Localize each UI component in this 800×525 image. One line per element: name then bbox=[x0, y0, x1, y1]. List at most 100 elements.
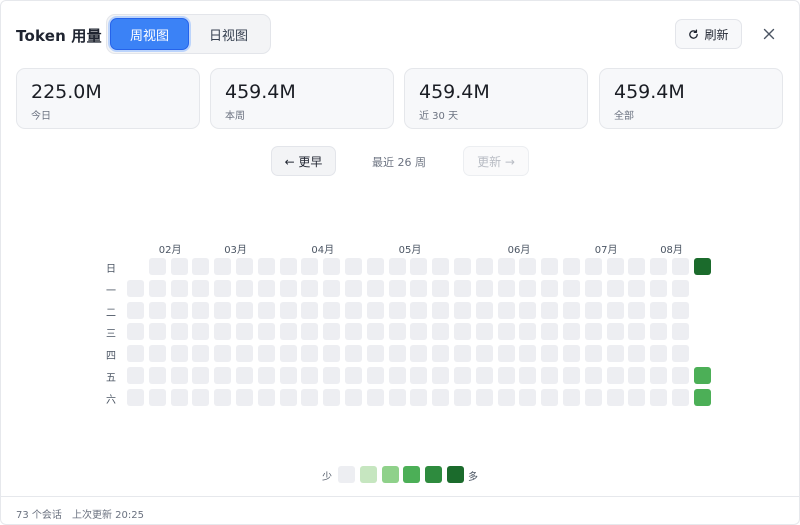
heatmap-cell[interactable] bbox=[650, 279, 668, 297]
heatmap-cell[interactable] bbox=[388, 367, 406, 384]
older-button[interactable]: ← 更早 bbox=[271, 146, 336, 176]
heatmap-cell[interactable] bbox=[345, 279, 362, 297]
heatmap-cell[interactable] bbox=[170, 301, 188, 319]
heatmap-cell[interactable] bbox=[366, 345, 384, 363]
heatmap-cell[interactable] bbox=[148, 367, 166, 384]
heatmap-cell[interactable] bbox=[454, 345, 471, 363]
heatmap-cell[interactable] bbox=[497, 279, 515, 297]
heatmap-cell[interactable] bbox=[301, 258, 319, 275]
heatmap-cell[interactable] bbox=[519, 279, 537, 297]
heatmap-cell[interactable] bbox=[236, 323, 253, 341]
heatmap-cell[interactable] bbox=[170, 367, 188, 384]
close-button[interactable] bbox=[759, 24, 779, 44]
heatmap-cell[interactable] bbox=[628, 258, 646, 275]
heatmap-cell[interactable] bbox=[475, 279, 493, 297]
heatmap-cell[interactable] bbox=[541, 323, 559, 341]
heatmap-cell[interactable] bbox=[345, 388, 362, 406]
heatmap-cell[interactable] bbox=[541, 388, 559, 406]
heatmap-cell[interactable] bbox=[497, 367, 515, 384]
heatmap-cell[interactable] bbox=[279, 367, 297, 384]
heatmap-cell[interactable] bbox=[257, 323, 275, 341]
heatmap-cell[interactable] bbox=[323, 279, 341, 297]
heatmap-cell[interactable] bbox=[454, 367, 471, 384]
heatmap-cell[interactable] bbox=[628, 388, 646, 406]
heatmap-cell[interactable] bbox=[214, 301, 232, 319]
heatmap-cell[interactable] bbox=[563, 323, 580, 341]
heatmap-cell[interactable] bbox=[345, 301, 362, 319]
heatmap-cell[interactable] bbox=[257, 367, 275, 384]
heatmap-cell[interactable] bbox=[236, 345, 253, 363]
heatmap-cell[interactable] bbox=[127, 388, 144, 406]
heatmap-cell[interactable] bbox=[672, 345, 689, 363]
heatmap-cell[interactable] bbox=[432, 323, 450, 341]
heatmap-cell[interactable] bbox=[388, 279, 406, 297]
heatmap-cell[interactable] bbox=[388, 323, 406, 341]
heatmap-cell[interactable] bbox=[170, 345, 188, 363]
heatmap-cell[interactable] bbox=[672, 388, 689, 406]
heatmap-cell[interactable] bbox=[519, 345, 537, 363]
heatmap-cell[interactable] bbox=[693, 367, 711, 384]
heatmap-cell[interactable] bbox=[410, 301, 428, 319]
heatmap-cell[interactable] bbox=[214, 345, 232, 363]
heatmap-cell[interactable] bbox=[475, 388, 493, 406]
heatmap-cell[interactable] bbox=[301, 279, 319, 297]
heatmap-cell[interactable] bbox=[366, 323, 384, 341]
heatmap-cell[interactable] bbox=[127, 345, 144, 363]
heatmap-cell[interactable] bbox=[388, 258, 406, 275]
heatmap-cell[interactable] bbox=[366, 258, 384, 275]
heatmap-cell[interactable] bbox=[410, 258, 428, 275]
heatmap-cell[interactable] bbox=[127, 367, 144, 384]
heatmap-cell[interactable] bbox=[366, 367, 384, 384]
heatmap-cell[interactable] bbox=[628, 367, 646, 384]
heatmap-cell[interactable] bbox=[519, 258, 537, 275]
heatmap-cell[interactable] bbox=[279, 345, 297, 363]
heatmap-cell[interactable] bbox=[584, 301, 602, 319]
heatmap-cell[interactable] bbox=[541, 367, 559, 384]
heatmap-cell[interactable] bbox=[519, 367, 537, 384]
heatmap-cell[interactable] bbox=[584, 258, 602, 275]
heatmap-cell[interactable] bbox=[214, 367, 232, 384]
heatmap-cell[interactable] bbox=[606, 279, 624, 297]
heatmap-cell[interactable] bbox=[323, 367, 341, 384]
tab-daily-view[interactable]: 日视图 bbox=[189, 18, 268, 50]
heatmap-cell[interactable] bbox=[563, 301, 580, 319]
heatmap-cell[interactable] bbox=[301, 367, 319, 384]
heatmap-cell[interactable] bbox=[475, 367, 493, 384]
heatmap-cell[interactable] bbox=[475, 345, 493, 363]
heatmap-cell[interactable] bbox=[454, 301, 471, 319]
heatmap-cell[interactable] bbox=[170, 323, 188, 341]
heatmap-cell[interactable] bbox=[584, 279, 602, 297]
heatmap-cell[interactable] bbox=[236, 258, 253, 275]
heatmap-cell[interactable] bbox=[454, 279, 471, 297]
heatmap-cell[interactable] bbox=[432, 345, 450, 363]
heatmap-cell[interactable] bbox=[606, 345, 624, 363]
heatmap-cell[interactable] bbox=[301, 301, 319, 319]
heatmap-cell[interactable] bbox=[192, 279, 210, 297]
heatmap-cell[interactable] bbox=[475, 323, 493, 341]
heatmap-cell[interactable] bbox=[584, 323, 602, 341]
heatmap-cell[interactable] bbox=[323, 345, 341, 363]
heatmap-cell[interactable] bbox=[388, 301, 406, 319]
heatmap-cell[interactable] bbox=[192, 323, 210, 341]
heatmap-cell[interactable] bbox=[323, 301, 341, 319]
heatmap-cell[interactable] bbox=[410, 388, 428, 406]
heatmap-cell[interactable] bbox=[148, 301, 166, 319]
heatmap-cell[interactable] bbox=[301, 388, 319, 406]
heatmap-cell[interactable] bbox=[410, 345, 428, 363]
heatmap-cell[interactable] bbox=[541, 258, 559, 275]
heatmap-cell[interactable] bbox=[650, 301, 668, 319]
heatmap-cell[interactable] bbox=[192, 388, 210, 406]
heatmap-cell[interactable] bbox=[366, 388, 384, 406]
heatmap-cell[interactable] bbox=[148, 279, 166, 297]
heatmap-cell[interactable] bbox=[650, 258, 668, 275]
heatmap-cell[interactable] bbox=[366, 301, 384, 319]
heatmap-cell[interactable] bbox=[563, 345, 580, 363]
heatmap-cell[interactable] bbox=[214, 388, 232, 406]
heatmap-cell[interactable] bbox=[672, 367, 689, 384]
heatmap-cell[interactable] bbox=[127, 301, 144, 319]
heatmap-cell[interactable] bbox=[170, 258, 188, 275]
heatmap-cell[interactable] bbox=[563, 279, 580, 297]
heatmap-cell[interactable] bbox=[345, 323, 362, 341]
heatmap-cell[interactable] bbox=[672, 301, 689, 319]
heatmap-cell[interactable] bbox=[650, 345, 668, 363]
